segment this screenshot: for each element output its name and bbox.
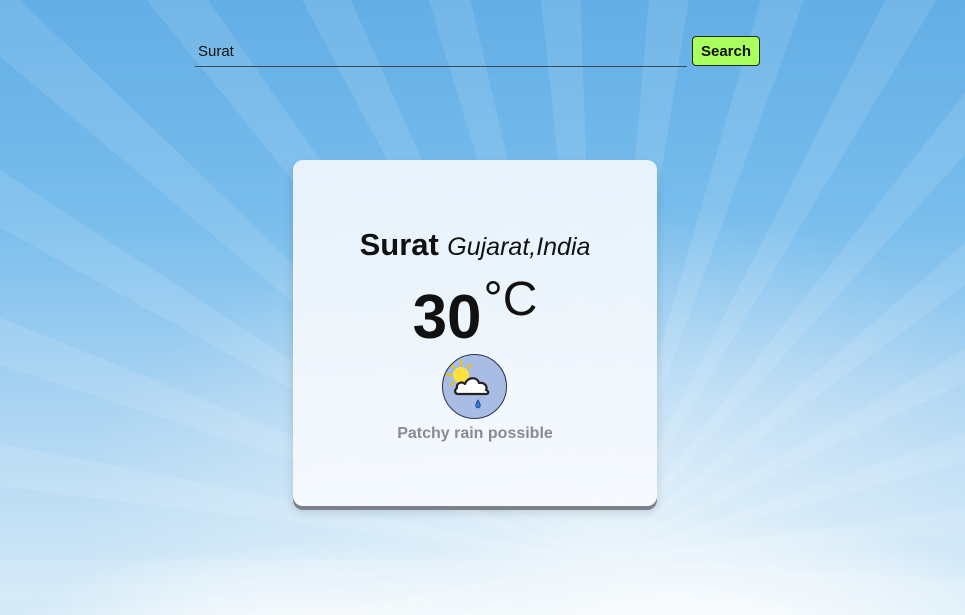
weather-card: Surat Gujarat,India 30°C Patchy rain pos… [293,160,657,506]
search-bar: Search [195,36,760,68]
search-input[interactable] [195,36,687,67]
condition-text: Patchy rain possible [397,425,553,442]
location-line: Surat Gujarat,India [293,227,657,263]
temperature-value: 30 [412,283,482,352]
search-button[interactable]: Search [692,36,760,66]
temperature-unit: °C [483,273,538,326]
temperature-line: 30°C [293,272,657,353]
city-name: Surat [359,227,439,262]
patchy-rain-icon [442,354,507,419]
region-name: Gujarat,India [447,233,591,261]
